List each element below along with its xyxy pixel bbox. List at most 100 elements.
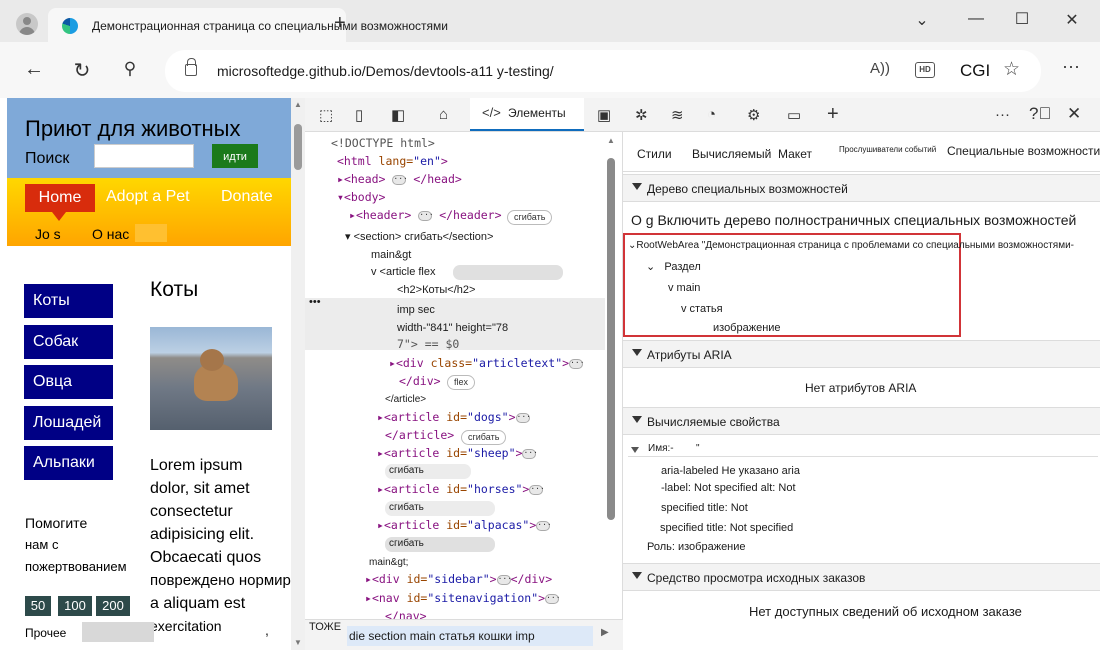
console-icon[interactable]: ▣ xyxy=(597,106,611,124)
dom-html[interactable]: <html lang="en"> xyxy=(337,154,448,168)
dom-div-close[interactable]: </div> xyxy=(399,374,441,388)
a11y-image-node[interactable]: изображение xyxy=(713,322,781,334)
donate-100-button[interactable]: 100 xyxy=(58,596,92,616)
nav-donate-link[interactable]: Donate xyxy=(221,188,273,206)
breadcrumb-path[interactable]: die section main статья кошки imp xyxy=(347,626,593,646)
sidenav-horses[interactable]: Лошадей xyxy=(24,406,113,440)
refresh-icon[interactable]: ↻ xyxy=(70,58,94,83)
hd-icon[interactable]: HD xyxy=(915,62,935,78)
dom-div-sidebar[interactable]: ▸<div id="sidebar">···</div> xyxy=(365,572,552,586)
name-row[interactable]: Имя:- " xyxy=(628,443,1098,457)
enable-full-tree-checkbox[interactable]: О g Включить дерево полностраничных спец… xyxy=(631,212,1076,228)
dom-img-line[interactable]: width-"841" height="78 xyxy=(397,322,508,334)
scroll-down-icon[interactable]: ▼ xyxy=(294,638,302,647)
dom-doctype[interactable]: <!DOCTYPE html> xyxy=(331,136,435,150)
dom-ellipsis-icon[interactable]: ··· xyxy=(545,593,561,604)
page-scrollbar[interactable]: ▲ ▼ xyxy=(291,98,305,650)
more-tools-plus-icon[interactable]: + xyxy=(827,103,839,126)
dom-img-line[interactable]: imp sec xyxy=(397,304,435,316)
tab-layout[interactable]: Макет xyxy=(778,147,812,161)
nav-adopt-link[interactable]: Adopt a Pet xyxy=(106,188,190,206)
search-go-button[interactable]: идти xyxy=(212,144,258,168)
a11y-main-node[interactable]: v main xyxy=(668,282,700,294)
dom-h2[interactable]: <h2>Коты</h2> xyxy=(397,284,475,296)
dom-article-close[interactable]: </article> xyxy=(385,394,426,405)
page-scrollbar-thumb[interactable] xyxy=(294,124,302,170)
search-input[interactable] xyxy=(94,144,194,168)
a11y-root-node[interactable]: ⌄RootWebArea "Демонстрационная страница … xyxy=(628,240,1074,251)
a11y-section-node[interactable]: ⌄ Раздел xyxy=(646,260,701,273)
application-icon[interactable]: ▭ xyxy=(787,106,801,124)
tab-styles[interactable]: Стили xyxy=(637,147,672,161)
memory-chip-icon[interactable]: ⚙ xyxy=(747,106,760,124)
network-wifi-icon[interactable]: ≋ xyxy=(671,106,684,124)
address-bar[interactable]: microsoftedge.github.io/Demos/devtools-a… xyxy=(165,50,1041,92)
dom-header[interactable]: ▸<header> ··· </header> xyxy=(349,208,502,222)
donate-50-button[interactable]: 50 xyxy=(25,596,51,616)
sidenav-alpacas[interactable]: Альпаки xyxy=(24,446,113,480)
favorite-star-icon[interactable]: ☆ xyxy=(1003,58,1020,81)
back-arrow-icon[interactable]: ← xyxy=(22,58,46,81)
browser-tab[interactable]: Демонстрационная страница со специальным… xyxy=(48,8,448,42)
tab-event-listeners[interactable]: Прослушиватели событий xyxy=(839,145,936,154)
dom-nav[interactable]: ▸<nav id="sitenavigation">··· xyxy=(365,591,561,605)
other-amount-input[interactable] xyxy=(82,622,154,642)
maximize-icon[interactable]: ☐ xyxy=(1012,9,1032,29)
profile-avatar-icon[interactable] xyxy=(16,13,38,35)
read-aloud-icon[interactable]: A)) xyxy=(870,60,890,77)
performance-gauge-icon[interactable]: ◔ xyxy=(707,106,716,123)
close-devtools-icon[interactable]: ✕ xyxy=(1067,104,1081,124)
dom-ellipsis-icon[interactable]: ··· xyxy=(496,574,512,585)
dom-div-articletext[interactable]: ▸<div class="articletext">··· xyxy=(389,356,585,370)
tab-computed[interactable]: Вычисляемый xyxy=(692,147,771,161)
dom-ellipsis-icon[interactable]: ··· xyxy=(522,448,538,459)
dom-flex-badge[interactable]: flex xyxy=(447,375,476,390)
browser-menu-icon[interactable]: ··· xyxy=(1062,56,1080,77)
dom-scrollbar[interactable]: ▲ xyxy=(606,136,616,612)
new-tab-plus-icon[interactable]: + xyxy=(334,12,346,35)
dom-article-sheep[interactable]: ▸<article id="sheep">··· xyxy=(377,446,538,460)
dom-section[interactable]: ▾ <section> сгибать</section> xyxy=(345,230,493,243)
dom-main-close[interactable]: main&gt; xyxy=(369,557,408,568)
node-menu-icon[interactable]: ••• xyxy=(309,296,321,308)
breadcrumb-next-icon[interactable]: ▶ xyxy=(601,627,609,638)
sources-bug-icon[interactable]: ✲ xyxy=(635,106,648,124)
profile-text[interactable]: CGI xyxy=(960,61,990,81)
tab-accessibility[interactable]: Специальные возможности xyxy=(947,144,1100,158)
scroll-up-icon[interactable]: ▲ xyxy=(294,100,302,109)
dom-article-alpacas[interactable]: ▸<article id="alpacas">··· xyxy=(377,518,552,532)
sidenav-cats[interactable]: Коты xyxy=(24,284,113,318)
search-icon[interactable]: ⚲ xyxy=(118,59,142,79)
dom-article-flex[interactable]: v <article flex xyxy=(371,266,436,278)
help-icon[interactable]: ?⃝ xyxy=(1029,104,1051,124)
dom-ellipsis-icon[interactable]: ··· xyxy=(418,210,434,221)
nav-home-link[interactable]: Home xyxy=(25,184,95,221)
dom-img-line[interactable]: 7"> == $0 xyxy=(397,337,459,351)
nav-about-link[interactable]: О нас xyxy=(92,226,129,242)
aria-attributes-section-header[interactable]: Атрибуты ARIA xyxy=(623,340,1100,368)
a11y-tree-section-header[interactable]: Дерево специальных возможностей xyxy=(623,174,1100,202)
sidenav-sheep[interactable]: Овца xyxy=(24,365,113,399)
sidenav-dogs[interactable]: Собак xyxy=(24,325,113,359)
device-emulation-icon[interactable]: ▯ xyxy=(355,106,363,124)
dock-side-icon[interactable]: ◧ xyxy=(391,106,405,124)
tab-elements[interactable]: </> Элементы xyxy=(470,98,584,131)
url-text[interactable]: microsoftedge.github.io/Demos/devtools-a… xyxy=(217,63,554,79)
source-order-section-header[interactable]: Средство просмотра исходных заказов xyxy=(623,563,1100,591)
tab-actions-chevron-icon[interactable]: ⌄ xyxy=(912,10,932,30)
role-row[interactable]: Роль: изображение xyxy=(647,541,746,553)
inspect-element-icon[interactable]: ⬚ xyxy=(319,106,333,124)
welcome-home-icon[interactable]: ⌂ xyxy=(439,106,448,123)
computed-properties-section-header[interactable]: Вычисляемые свойства xyxy=(623,407,1100,435)
dom-scroll-up-icon[interactable]: ▲ xyxy=(607,136,615,145)
devtools-menu-icon[interactable]: ··· xyxy=(995,106,1010,123)
minimize-icon[interactable]: — xyxy=(966,10,986,28)
nav-jobs-link[interactable]: Jo s xyxy=(35,226,61,242)
dom-ellipsis-icon[interactable]: ··· xyxy=(392,174,408,185)
dom-main[interactable]: main&gt xyxy=(371,249,411,261)
dom-alpacas-badge[interactable]: сгибать xyxy=(389,538,424,549)
dom-ellipsis-icon[interactable]: ··· xyxy=(569,358,585,369)
dom-article-horses[interactable]: ▸<article id="horses">··· xyxy=(377,482,545,496)
dom-article-close[interactable]: </article> xyxy=(385,428,454,442)
dom-article-badge[interactable]: сгибать xyxy=(461,430,507,445)
